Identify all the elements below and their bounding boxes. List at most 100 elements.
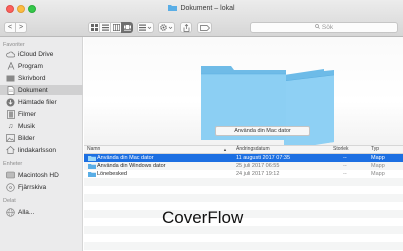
tag-icon	[199, 24, 210, 31]
file-date: 24 juli 2017 19:12	[236, 171, 280, 177]
view-mode-label: CoverFlow	[162, 208, 244, 227]
finder-window: Dokument – lokal < > Sök Favoriter iClou…	[0, 0, 403, 251]
sidebar-item-program[interactable]: Program	[0, 61, 83, 71]
folder-icon	[168, 5, 178, 11]
movies-icon	[6, 109, 15, 119]
table-row[interactable]: Använda din Windows dator 25 juli 2017 0…	[84, 162, 403, 170]
file-type: Mapp	[371, 171, 385, 177]
download-icon	[6, 98, 15, 107]
desktop-icon	[6, 74, 15, 83]
window-title-text: Dokument – lokal	[180, 5, 235, 12]
file-size: --	[343, 171, 347, 177]
sidebar-item-label: iCloud Drive	[18, 50, 54, 58]
file-size: --	[343, 163, 347, 169]
file-date: 25 juli 2017 06:55	[236, 163, 280, 169]
column-view-icon	[112, 24, 120, 31]
sidebar-header-shared: Delat	[3, 198, 16, 204]
sidebar-item-label: lindakarlsson	[18, 146, 56, 154]
file-type: Mapp	[371, 155, 385, 161]
group-icon	[139, 24, 152, 31]
sidebar-item-label: Macintosh HD	[18, 171, 59, 179]
toolbar: Dokument – lokal < > Sök	[0, 0, 403, 37]
empty-row	[84, 218, 403, 226]
cloud-icon	[6, 50, 15, 59]
file-type: Mapp	[371, 163, 385, 169]
sidebar: Favoriter iCloud Drive Program Skrivbord…	[0, 37, 83, 251]
sidebar-item-home[interactable]: lindakarlsson	[0, 145, 83, 155]
sidebar-item-alla[interactable]: Alla...	[0, 207, 83, 217]
share-button[interactable]	[180, 22, 192, 33]
folder-icon	[88, 163, 96, 169]
coverflow-preview[interactable]: Använda din Mac dator	[84, 37, 403, 145]
file-name: Lönebesked	[97, 171, 127, 177]
empty-row	[84, 226, 403, 234]
empty-row	[84, 194, 403, 202]
sidebar-item-skrivbord[interactable]: Skrivbord	[0, 73, 83, 83]
table-row[interactable]: Använda din Mac dator 11 augusti 2017 07…	[84, 154, 403, 162]
coverflow-view-icon	[123, 25, 131, 31]
search-icon	[315, 23, 320, 32]
gear-icon	[160, 24, 173, 31]
sidebar-item-label: Alla...	[18, 208, 35, 216]
empty-row	[84, 234, 403, 242]
empty-row	[84, 186, 403, 194]
empty-row	[84, 202, 403, 210]
sidebar-header-favorites: Favoriter	[3, 42, 25, 48]
chevron-up-icon: ▲	[223, 147, 227, 152]
tag-button[interactable]	[197, 22, 212, 33]
empty-row	[84, 210, 403, 218]
back-label: <	[7, 24, 13, 31]
share-icon	[183, 23, 189, 32]
sidebar-item-label: Filmer	[18, 110, 37, 118]
search-field[interactable]: Sök	[250, 22, 398, 33]
music-icon: ♫	[7, 122, 14, 130]
sidebar-item-dokument[interactable]: Dokument	[0, 85, 83, 95]
file-name: Använda din Mac dator	[97, 155, 154, 161]
sidebar-item-label: Bilder	[18, 134, 35, 142]
file-date: 11 augusti 2017 07:35	[236, 155, 291, 161]
icon-view-icon	[90, 24, 98, 31]
sidebar-item-bilder[interactable]: Bilder	[0, 133, 83, 143]
action-button[interactable]	[158, 22, 175, 33]
forward-button[interactable]: >	[15, 22, 27, 33]
applications-icon	[6, 62, 15, 71]
sidebar-header-devices: Enheter	[3, 161, 23, 167]
file-name: Använda din Windows dator	[97, 163, 166, 169]
hard-drive-icon	[6, 171, 15, 180]
sidebar-item-macintosh-hd[interactable]: Macintosh HD	[0, 170, 83, 180]
pictures-icon	[6, 134, 15, 143]
list-view-icon	[101, 24, 109, 31]
column-header-date[interactable]: Ändringsdatum	[236, 146, 270, 153]
window-title: Dokument – lokal	[0, 4, 403, 14]
forward-label: >	[18, 24, 24, 31]
sidebar-item-label: Fjärrskiva	[18, 183, 47, 191]
coverflow-view-button[interactable]	[121, 22, 133, 33]
table-row[interactable]: Lönebesked 24 juli 2017 19:12 -- Mapp	[84, 170, 403, 178]
column-header-type[interactable]: Typ	[371, 146, 379, 153]
column-header-name[interactable]: Namn	[87, 146, 100, 153]
disc-icon	[6, 182, 15, 192]
sidebar-item-fjarrskiva[interactable]: Fjärrskiva	[0, 182, 83, 192]
sidebar-item-label: Skrivbord	[18, 74, 46, 82]
group-by-button[interactable]	[137, 22, 154, 33]
search-placeholder: Sök	[321, 24, 334, 31]
sidebar-item-filmer[interactable]: Filmer	[0, 109, 83, 119]
documents-icon	[6, 85, 15, 95]
file-size: --	[343, 155, 347, 161]
list-header: Namn ▲ Ändringsdatum Storlek Typ	[84, 145, 403, 154]
sidebar-item-hamtade-filer[interactable]: Hämtade filer	[0, 97, 83, 107]
column-header-size[interactable]: Storlek	[333, 146, 349, 153]
home-icon	[6, 146, 15, 155]
sidebar-item-label: Program	[18, 62, 43, 70]
sidebar-item-musik[interactable]: ♫ Musik	[0, 121, 83, 131]
coverflow-caption: Använda din Mac dator	[215, 126, 310, 136]
sidebar-item-label: Hämtade filer	[18, 98, 57, 106]
file-list: Använda din Mac dator 11 augusti 2017 07…	[84, 154, 403, 251]
folder-icon	[88, 155, 96, 161]
network-icon	[6, 207, 15, 217]
folder-icon	[88, 171, 96, 177]
sidebar-item-label: Dokument	[18, 86, 48, 94]
sidebar-item-label: Musik	[18, 122, 35, 130]
sidebar-item-icloud-drive[interactable]: iCloud Drive	[0, 49, 83, 59]
empty-row	[84, 242, 403, 250]
